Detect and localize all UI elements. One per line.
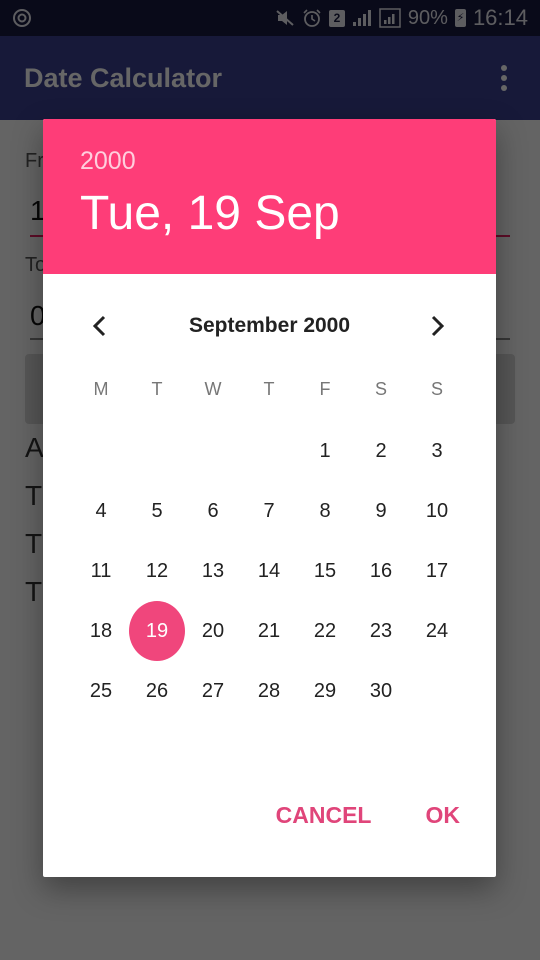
ok-button[interactable]: OK [412,798,475,833]
day-cell[interactable]: 28 [241,661,297,721]
day-cell[interactable]: 29 [297,661,353,721]
day-cell[interactable]: 10 [409,481,465,541]
date-picker-dialog: 2000 Tue, 19 Sep September 2000 M T W T … [43,119,496,877]
day-cell[interactable]: 17 [409,541,465,601]
day-cell[interactable]: 24 [409,601,465,661]
month-navigation: September 2000 [43,304,496,348]
day-cell[interactable]: 14 [241,541,297,601]
weekday-label: T [263,379,275,399]
selected-day-indicator: 19 [129,601,185,661]
weekday-label: T [151,379,163,399]
year-selector[interactable]: 2000 [80,147,459,176]
day-cell[interactable]: 8 [297,481,353,541]
day-grid: 1 2 3 4 5 6 7 8 9 10 11 12 13 14 15 16 17 18 19 20 21 22 23 24 2… [73,421,465,721]
cancel-button[interactable]: CANCEL [262,798,386,833]
day-cell-selected[interactable]: 19 [129,601,185,661]
day-cell[interactable]: 3 [409,421,465,481]
day-cell[interactable]: 7 [241,481,297,541]
weekday-label: W [204,379,222,399]
day-cell[interactable]: 1 [297,421,353,481]
weekday-label: S [430,379,443,399]
chevron-left-icon [92,315,106,337]
day-blank [73,421,129,481]
day-cell[interactable]: 4 [73,481,129,541]
day-cell[interactable]: 25 [73,661,129,721]
dialog-actions: CANCEL OK [262,798,474,833]
day-blank [185,421,241,481]
chevron-right-icon [431,315,445,337]
day-cell[interactable]: 21 [241,601,297,661]
weekday-label: S [374,379,387,399]
weekday-label: M [93,379,109,399]
day-cell[interactable]: 27 [185,661,241,721]
prev-month-button[interactable] [80,306,120,346]
weekday-label: F [319,379,331,399]
day-cell[interactable]: 18 [73,601,129,661]
day-cell[interactable]: 12 [129,541,185,601]
next-month-button[interactable] [417,306,457,346]
day-cell[interactable]: 13 [185,541,241,601]
day-cell[interactable]: 20 [185,601,241,661]
day-blank [241,421,297,481]
day-cell[interactable]: 2 [353,421,409,481]
day-cell[interactable]: 30 [353,661,409,721]
day-cell[interactable]: 16 [353,541,409,601]
day-cell[interactable]: 15 [297,541,353,601]
dialog-header: 2000 Tue, 19 Sep [43,119,496,274]
day-cell[interactable]: 26 [129,661,185,721]
day-cell[interactable]: 9 [353,481,409,541]
selected-date-label: Tue, 19 Sep [80,187,340,240]
day-cell[interactable]: 6 [185,481,241,541]
day-cell[interactable]: 22 [297,601,353,661]
day-cell[interactable]: 23 [353,601,409,661]
day-cell[interactable]: 11 [73,541,129,601]
weekday-header: M T W T F S S [73,379,465,400]
day-cell[interactable]: 5 [129,481,185,541]
day-blank [129,421,185,481]
